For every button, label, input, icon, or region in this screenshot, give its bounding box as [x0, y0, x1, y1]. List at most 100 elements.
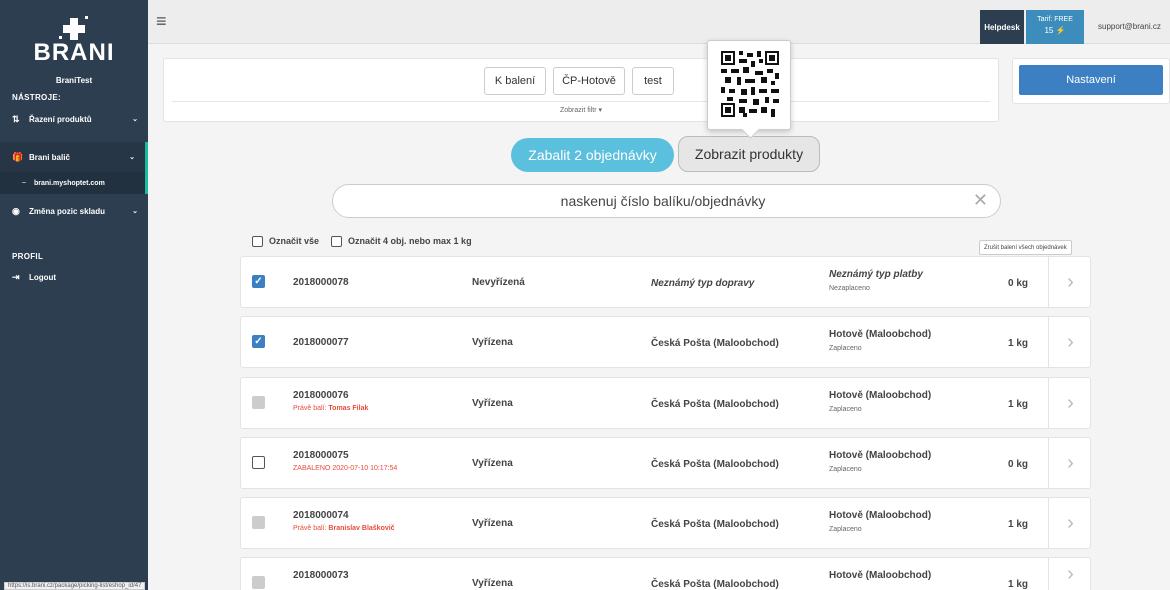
selection-controls: Označit vše Označit 4 obj. nebo max 1 kg	[252, 234, 472, 248]
order-state: Vyřízena	[472, 518, 513, 529]
order-note-prefix: Právě balí:	[293, 525, 327, 532]
sidebar-item-label: brani.myshoptet.com	[34, 179, 105, 187]
browser-status-url: https://is.brani.cz/package/picking-list…	[4, 582, 146, 590]
qr-code-image	[721, 51, 779, 117]
order-row[interactable]: 2018000074 Právě balí: Branislav Blaškov…	[240, 497, 1091, 549]
order-weight: 0 kg	[1008, 278, 1029, 289]
order-row[interactable]: ✓ 2018000077 Vyřízena Česká Pošta (Maloo…	[240, 316, 1091, 368]
order-weight: 1 kg	[1008, 579, 1029, 590]
order-row[interactable]: 2018000076 Právě balí: Tomas Filak Vyříz…	[240, 377, 1091, 429]
sidebar-item-label: Brani balič	[29, 152, 70, 162]
helpdesk-button[interactable]: Helpdesk	[980, 10, 1024, 44]
select-all-checkbox[interactable]	[252, 235, 263, 247]
order-number: 2018000076	[293, 390, 349, 401]
show-products-button[interactable]: Zobrazit produkty	[678, 136, 820, 172]
order-row[interactable]: 2018000075 ZABALENO 2020-07-10 10:17:54 …	[240, 437, 1091, 489]
tariff-badge[interactable]: Tarif: FREE 15 ⚡	[1026, 10, 1084, 44]
sidebar-item-logout[interactable]: ⇥ Logout	[0, 265, 148, 289]
select-limited-checkbox[interactable]	[331, 235, 343, 247]
order-note-value: Tomas Filak	[328, 405, 369, 412]
chevron-right-icon[interactable]: ›	[1048, 558, 1092, 590]
brand-logo[interactable]: BRANI	[0, 0, 148, 68]
chevron-down-icon: ⌄	[132, 208, 138, 215]
chevron-right-icon[interactable]: ›	[1048, 378, 1092, 428]
brani-logo-icon	[59, 16, 89, 42]
sidebar-item-label: Řazení produktů	[29, 114, 92, 124]
order-number: 2018000077	[293, 337, 349, 348]
sidebar-item-label: Změna pozic skladu	[29, 206, 106, 216]
order-paid-status: Zaplaceno	[829, 466, 862, 473]
menu-icon[interactable]: ≡	[156, 12, 167, 30]
filter-panel: K balení ČP-Hotově test Zobrazit filtr ▾	[163, 58, 999, 122]
order-number: 2018000075	[293, 450, 349, 461]
order-row[interactable]: ✓ 2018000078 Nevyřízená Neznámý typ dopr…	[240, 256, 1091, 308]
order-state: Vyřízena	[472, 458, 513, 469]
order-payment: Hotově (Maloobchod)	[829, 510, 932, 521]
order-paid-status: Nezaplaceno	[829, 285, 870, 292]
order-note: Právě balí: Tomas Filak	[293, 405, 368, 412]
order-shipping: Česká Pošta (Maloobchod)	[651, 338, 779, 349]
select-limited-label: Označit 4 obj. nebo max 1 kg	[348, 236, 472, 246]
filter-test-button[interactable]: test	[632, 67, 674, 95]
order-state: Vyřízena	[472, 398, 513, 409]
qr-code-popover	[707, 40, 791, 130]
filter-cp-hotove-button[interactable]: ČP-Hotově	[553, 67, 625, 95]
order-checkbox[interactable]: ✓	[252, 335, 265, 348]
order-state: Vyřízena	[472, 578, 513, 589]
order-state: Vyřízena	[472, 337, 513, 348]
sidebar-item-label: Logout	[29, 272, 57, 282]
sidebar: BRANI BraniTest NÁSTROJE: ⇅ Řazení produ…	[0, 0, 148, 590]
order-weight: 1 kg	[1008, 338, 1029, 349]
sidebar-item-product-sorting[interactable]: ⇅ Řazení produktů ⌄	[0, 104, 148, 134]
chevron-right-icon[interactable]: ›	[1048, 257, 1092, 307]
divider	[172, 101, 990, 102]
profile-section-title: PROFIL	[12, 252, 44, 261]
chevron-right-icon[interactable]: ›	[1048, 317, 1092, 367]
order-note-value: Branislav Blaškovič	[328, 525, 395, 532]
order-checkbox	[252, 396, 265, 409]
order-state: Nevyřízená	[472, 277, 525, 288]
order-note: Právě balí: Branislav Blaškovič	[293, 525, 395, 532]
tools-section-title: NÁSTROJE:	[12, 93, 61, 102]
sidebar-item-brani-balic[interactable]: 🎁 Brani balič ⌄	[0, 142, 148, 172]
order-checkbox[interactable]	[252, 456, 265, 469]
tariff-count: 15	[1044, 26, 1054, 35]
cancel-all-packing-button[interactable]: Zrušit balení všech objednávek	[979, 240, 1072, 255]
user-name: BraniTest	[55, 76, 93, 85]
order-weight: 0 kg	[1008, 459, 1029, 470]
user-email-menu[interactable]: support@brani.cz	[1098, 22, 1161, 31]
pack-orders-button[interactable]: Zabalit 2 objednávky	[511, 138, 674, 172]
chevron-right-icon[interactable]: ›	[1048, 498, 1092, 548]
order-payment: Neznámý typ platby	[829, 269, 923, 280]
show-filter-toggle[interactable]: Zobrazit filtr ▾	[164, 106, 998, 114]
order-shipping: Neznámý typ dopravy	[651, 278, 755, 289]
clear-icon[interactable]: ✕	[973, 190, 988, 210]
sidebar-item-warehouse-positions[interactable]: ◉ Změna pozic skladu ⌄	[0, 196, 148, 226]
sign-out-icon: ⇥	[12, 271, 20, 282]
order-row[interactable]: 2018000073 Vyřízena Česká Pošta (Maloobc…	[240, 557, 1091, 590]
chevron-right-icon[interactable]: ›	[1048, 438, 1092, 488]
sidebar-subitem-shop[interactable]: brani.myshoptet.com	[0, 172, 148, 194]
order-checkbox	[252, 516, 265, 529]
order-paid-status: Zaplaceno	[829, 345, 862, 352]
order-paid-status: Zaplaceno	[829, 526, 862, 533]
settings-button[interactable]: Nastavení	[1019, 65, 1163, 95]
order-checkbox[interactable]: ✓	[252, 275, 265, 288]
order-weight: 1 kg	[1008, 519, 1029, 530]
order-note: ZABALENO 2020-07-10 10:17:54	[293, 465, 397, 472]
order-shipping: Česká Pošta (Maloobchod)	[651, 399, 779, 410]
scan-input[interactable]	[353, 185, 973, 217]
order-note-prefix: Právě balí:	[293, 405, 327, 412]
eye-icon: ◉	[12, 205, 20, 216]
order-shipping: Česká Pošta (Maloobchod)	[651, 579, 779, 590]
order-payment: Hotově (Maloobchod)	[829, 570, 932, 581]
order-number: 2018000074	[293, 510, 349, 521]
filter-k-baleni-button[interactable]: K balení	[484, 67, 546, 95]
sort-icon: ⇅	[12, 113, 20, 124]
top-bar: ≡ Helpdesk Tarif: FREE 15 ⚡ support@bran…	[148, 0, 1170, 44]
tariff-label: Tarif: FREE	[1037, 16, 1073, 23]
order-shipping: Česká Pošta (Maloobchod)	[651, 519, 779, 530]
chevron-down-icon: ⌄	[129, 154, 135, 161]
order-weight: 1 kg	[1008, 399, 1029, 410]
order-note-prefix: ZABALENO	[293, 465, 331, 472]
